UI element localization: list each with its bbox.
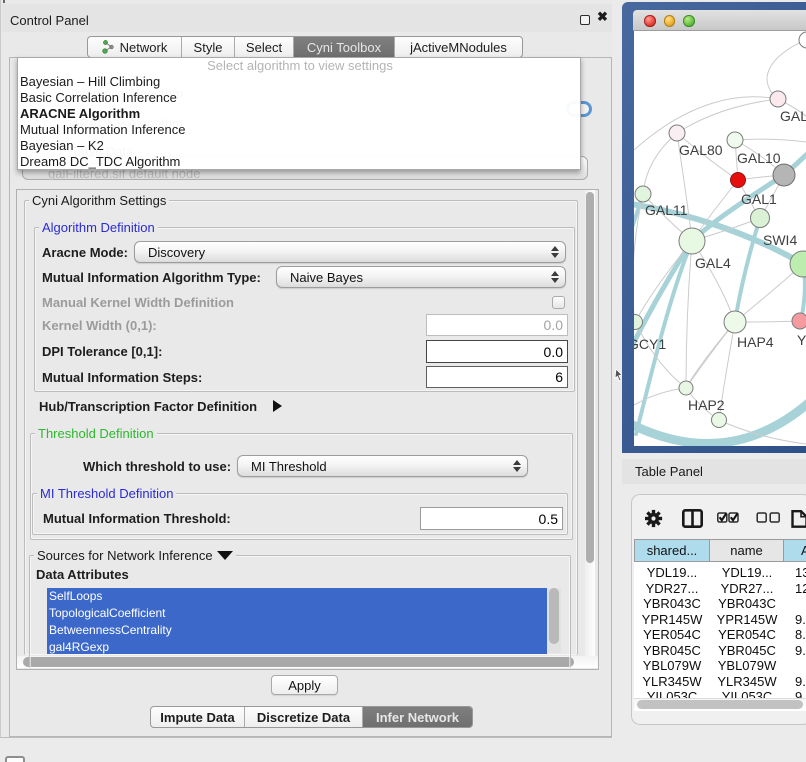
svg-text:GAL11: GAL11 bbox=[645, 202, 688, 218]
svg-text:GAL10: GAL10 bbox=[737, 150, 781, 166]
svg-text:Y: Y bbox=[797, 332, 806, 348]
svg-text:GCY1: GCY1 bbox=[634, 336, 666, 352]
svg-text:SWI4: SWI4 bbox=[763, 232, 797, 248]
svg-text:HAP2: HAP2 bbox=[688, 397, 725, 413]
svg-text:HAP4: HAP4 bbox=[737, 334, 774, 350]
svg-text:GAL80: GAL80 bbox=[679, 142, 723, 158]
svg-text:GAL7: GAL7 bbox=[780, 108, 806, 124]
svg-text:GAL4: GAL4 bbox=[695, 255, 731, 271]
svg-text:GAL1: GAL1 bbox=[741, 191, 777, 207]
